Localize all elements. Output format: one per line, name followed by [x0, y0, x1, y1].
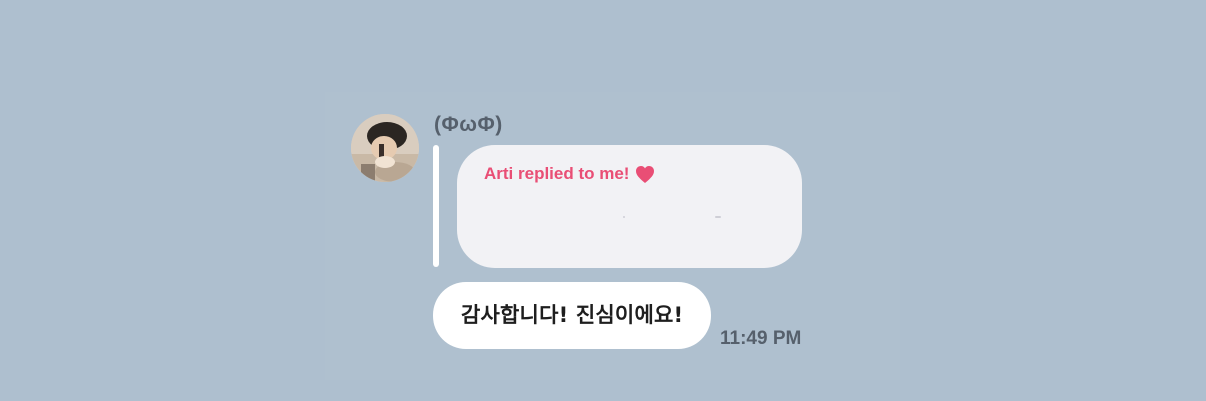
message-text: 감사합니다! 진심이에요!	[461, 303, 684, 327]
quoted-message: Arti replied to me!	[484, 164, 655, 184]
avatar[interactable]	[351, 114, 419, 182]
message-timestamp: 11:49 PM	[720, 328, 802, 349]
heart-icon	[635, 165, 655, 184]
image-placeholder-dot	[715, 216, 721, 218]
reply-indicator-bar	[433, 145, 439, 267]
quoted-message-text: Arti replied to me!	[484, 164, 630, 183]
sender-name: (ΦωΦ)	[434, 113, 503, 136]
image-placeholder-dot	[623, 216, 625, 218]
avatar-photo	[351, 114, 419, 182]
